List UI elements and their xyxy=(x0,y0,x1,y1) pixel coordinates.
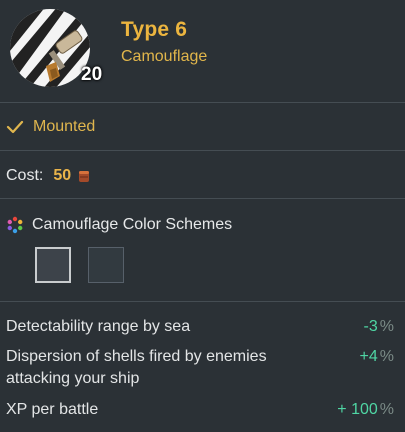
divider xyxy=(0,198,405,199)
cost-label: Cost: xyxy=(6,167,44,184)
cost-value: 50 xyxy=(53,167,72,184)
mounted-status: Mounted xyxy=(6,116,95,138)
divider xyxy=(0,301,405,302)
cost-row: Cost: 50 xyxy=(6,165,90,187)
color-scheme-swatch-2[interactable] xyxy=(88,247,124,283)
stat-value: +4% xyxy=(359,348,394,365)
stat-label: Dispersion of shells fired by enemies att… xyxy=(6,348,267,387)
color-schemes-heading: Camouflage Color Schemes xyxy=(6,213,232,237)
color-schemes-title: Camouflage Color Schemes xyxy=(32,216,233,233)
coal-icon xyxy=(79,171,90,182)
item-tooltip-panel: Type 6 Camouflage 20 Mounted Cost: 50 Ca… xyxy=(0,0,405,432)
stat-value: -3% xyxy=(363,318,394,335)
stat-label: XP per battle xyxy=(6,401,99,418)
color-wheel-icon xyxy=(7,216,23,234)
color-scheme-swatch-1[interactable] xyxy=(35,247,71,283)
checkmark-icon xyxy=(6,120,24,134)
item-title: Type 6 xyxy=(121,18,188,41)
mounted-label: Mounted xyxy=(33,118,96,135)
divider xyxy=(0,150,405,151)
stat-label: Detectability range by sea xyxy=(6,318,191,335)
divider xyxy=(0,102,405,103)
stat-row-dispersion: Dispersion of shells fired by enemies att… xyxy=(6,346,394,390)
stat-value: + 100% xyxy=(337,401,394,418)
quantity-badge: 20 xyxy=(81,64,103,85)
item-subtitle: Camouflage xyxy=(121,48,208,65)
